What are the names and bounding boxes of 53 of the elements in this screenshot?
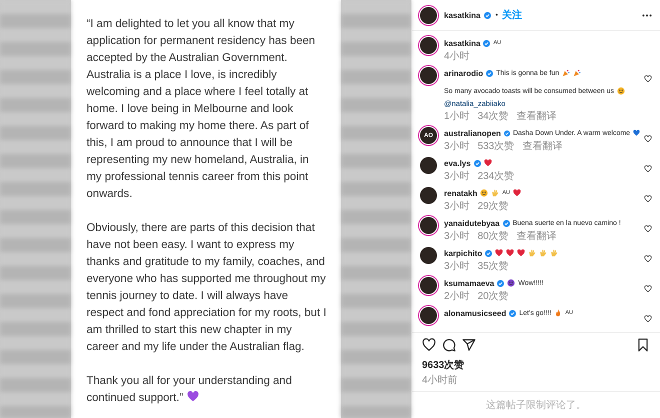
like-icon[interactable]: [644, 75, 652, 83]
comment-meta: 3小时: [444, 170, 470, 183]
username[interactable]: yanaidutebyaa: [444, 218, 500, 228]
avatar[interactable]: [420, 157, 437, 174]
username[interactable]: alonamusicseed: [444, 308, 506, 318]
avatar[interactable]: [420, 187, 437, 204]
comment-meta: 4小时: [444, 50, 470, 63]
comment-meta: 29次赞: [478, 200, 509, 213]
username[interactable]: australianopen: [444, 128, 501, 138]
like-icon[interactable]: [422, 338, 436, 352]
comment-meta: 3小时: [444, 140, 470, 153]
comment-meta: 3小时: [444, 200, 470, 213]
like-count[interactable]: 9633次赞: [412, 357, 660, 373]
like-icon[interactable]: [644, 225, 652, 233]
comment-meta: 3小时: [444, 230, 470, 243]
avatar[interactable]: [420, 307, 437, 324]
avatar[interactable]: [420, 6, 437, 24]
username[interactable]: renatakh: [444, 188, 478, 198]
comment-meta: 533次赞: [478, 140, 514, 153]
username[interactable]: arinarodio: [444, 68, 484, 78]
avatar[interactable]: [420, 247, 437, 264]
comment-meta: 234次赞: [478, 170, 514, 183]
username[interactable]: karpichito: [444, 248, 482, 258]
like-icon[interactable]: [644, 285, 652, 293]
comment-icon[interactable]: [442, 338, 456, 352]
avatar[interactable]: [420, 217, 437, 234]
post-paragraph: Thank you all for your understanding and continued support.”: [86, 374, 293, 406]
more-icon[interactable]: [642, 14, 652, 16]
bookmark-icon[interactable]: [636, 338, 650, 352]
post-paragraph: Obviously, there are parts of this decision that have not been easy. I want to express my thanks and gratitude to my family, coaches, and everyone who has supported me throughout my tennis journey to date. I will always have respect and fond appreciation for my roots, but I am thrilled to start this new chapter in my career and my life under the Australian flag.: [86, 221, 326, 355]
like-icon[interactable]: [644, 315, 652, 323]
post-time: 4小时前: [421, 374, 459, 388]
username[interactable]: eva.lys: [444, 158, 471, 168]
comment-meta: 35次赞: [478, 260, 509, 273]
like-icon[interactable]: [644, 135, 652, 143]
share-icon[interactable]: [462, 338, 476, 352]
like-icon[interactable]: [644, 255, 652, 263]
comments-limited-notice: 这篇帖子限制评论了。: [486, 398, 586, 412]
avatar[interactable]: [420, 37, 437, 54]
avatar[interactable]: [420, 67, 437, 84]
comment-meta: 80次赞: [478, 230, 509, 243]
avatar[interactable]: [420, 277, 437, 294]
comment-meta: 2小时: [444, 290, 470, 303]
comment-meta: 1小时: [444, 110, 470, 123]
post-paragraph: “I am delighted to let you all know that my application for permanent residency has been accepted by the Australian Government. Australia is a place I love, is incredibly welcoming and a place where I feel totally at home. I love being in Melbourne and look forward to making my home there. As part of this, I am proud to announce that I will be representing my new homeland, Australia, in my professional tennis career from this point onwards.: [86, 17, 316, 202]
username[interactable]: kasatkina: [444, 10, 480, 20]
like-icon[interactable]: [644, 195, 652, 203]
comment-meta: 34次赞: [478, 110, 509, 123]
comment-meta: 20次赞: [478, 290, 509, 303]
like-icon[interactable]: [644, 165, 652, 173]
username[interactable]: ksumamaeva: [444, 278, 494, 288]
username[interactable]: kasatkina: [444, 38, 480, 48]
comment-meta: 3小时: [444, 260, 470, 273]
